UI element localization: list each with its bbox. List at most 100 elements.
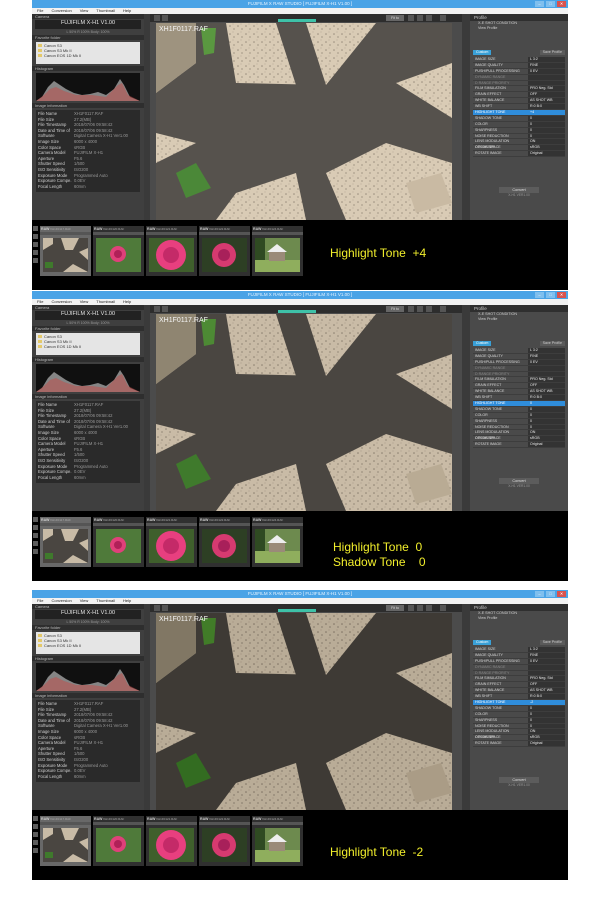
save-profile-button[interactable]: Save Profile	[539, 341, 565, 346]
maximize-button[interactable]: □	[546, 1, 555, 7]
filter-icon[interactable]	[33, 832, 38, 837]
param-value[interactable]: PRO Neg. Std	[528, 676, 565, 682]
image-viewer[interactable]: Fit to XH1F0117.RAF	[150, 305, 462, 511]
thumbnail[interactable]: RAW XH1F0122.RAF	[199, 816, 250, 866]
thumbnail[interactable]: RAW XH1F0117.RAF	[40, 517, 91, 567]
param-value[interactable]	[528, 664, 565, 670]
minimize-button[interactable]: –	[535, 1, 544, 7]
profile-option-view[interactable]: View Profile	[470, 317, 568, 322]
thumbnail[interactable]: RAW XH1F0122.RAF	[199, 517, 250, 567]
rating-icon[interactable]	[33, 848, 38, 853]
param-value[interactable]: 0	[528, 115, 565, 121]
param-value[interactable]: 0 EV	[528, 68, 565, 74]
param-value[interactable]: 0 EV	[528, 359, 565, 365]
param-value[interactable]: R:0 B:0	[528, 395, 565, 401]
grid-icon[interactable]	[33, 517, 38, 522]
maximize-button[interactable]: □	[546, 591, 555, 597]
param-value[interactable]: AS SHOT WB	[528, 688, 565, 694]
zoom-in-icon[interactable]	[408, 306, 414, 312]
zoom-in-icon[interactable]	[408, 605, 414, 611]
thumbnail[interactable]: RAW XH1F0122.RAF	[199, 226, 250, 276]
param-value[interactable]: L 3:2	[528, 647, 565, 652]
sort-icon[interactable]	[33, 250, 38, 255]
param-value[interactable]	[528, 80, 565, 86]
thumbnail[interactable]: RAW XH1F0124.RAF	[252, 816, 303, 866]
single-view-icon[interactable]	[162, 306, 168, 312]
param-value[interactable]: OFF	[528, 682, 565, 688]
zoom-out-icon[interactable]	[417, 605, 423, 611]
zoom-in-icon[interactable]	[408, 15, 414, 21]
profile-option-view[interactable]: View Profile	[470, 616, 568, 621]
thumbnail[interactable]: RAW XH1F0124.RAF	[252, 226, 303, 276]
param-value[interactable]: 0	[528, 717, 565, 723]
param-value[interactable]: AS SHOT WB	[528, 389, 565, 395]
param-value[interactable]: 0	[528, 412, 565, 418]
list-icon[interactable]	[33, 525, 38, 530]
close-button[interactable]: ✕	[557, 591, 566, 597]
rating-icon[interactable]	[33, 549, 38, 554]
image-viewer[interactable]: Fit to XH1F0117.RAF	[150, 14, 462, 220]
thumbnail[interactable]: RAW XH1F0120.RAF	[93, 226, 144, 276]
param-value[interactable]: 0	[528, 127, 565, 133]
thumbnail[interactable]: RAW XH1F0124.RAF	[252, 517, 303, 567]
image-viewer[interactable]: Fit to XH1F0117.RAF	[150, 604, 462, 810]
single-view-icon[interactable]	[162, 605, 168, 611]
param-value[interactable]: +4	[528, 110, 565, 115]
param-value[interactable]: R:0 B:0	[528, 694, 565, 700]
param-value[interactable]: 0 EV	[528, 658, 565, 664]
param-value[interactable]	[528, 371, 565, 377]
list-icon[interactable]	[33, 824, 38, 829]
save-profile-button[interactable]: Save Profile	[539, 50, 565, 55]
thumbnail[interactable]: RAW XH1F0120.RAF	[93, 816, 144, 866]
thumbnail[interactable]: RAW XH1F0121.RAF	[146, 226, 197, 276]
param-value[interactable]: -2	[528, 700, 565, 705]
zoom-out-icon[interactable]	[417, 15, 423, 21]
rotate-icon[interactable]	[440, 306, 446, 312]
param-value[interactable]: PRO Neg. Std	[528, 377, 565, 383]
param-value[interactable]: 0	[528, 418, 565, 424]
param-value[interactable]: AS SHOT WB	[528, 98, 565, 104]
param-value[interactable]: ON	[528, 430, 565, 436]
save-profile-button[interactable]: Save Profile	[539, 640, 565, 645]
tab-custom[interactable]: Custom	[473, 50, 492, 55]
close-button[interactable]: ✕	[557, 1, 566, 7]
param-value[interactable]: L 3:2	[528, 57, 565, 62]
param-row-rotate-image[interactable]: ROTATE IMAGE Original	[473, 442, 565, 449]
grid-icon[interactable]	[33, 816, 38, 821]
thumbnail[interactable]: RAW XH1F0117.RAF	[40, 226, 91, 276]
grid-view-icon[interactable]	[154, 15, 160, 21]
grid-icon[interactable]	[33, 226, 38, 231]
param-value[interactable]: 0	[528, 723, 565, 729]
param-value[interactable]: OFF	[528, 383, 565, 389]
thumbnail[interactable]: RAW XH1F0120.RAF	[93, 517, 144, 567]
favorite-item[interactable]: Canon EOS 1D Mk II	[38, 53, 138, 58]
param-value[interactable]: OFF	[528, 92, 565, 98]
close-button[interactable]: ✕	[557, 292, 566, 298]
single-view-icon[interactable]	[162, 15, 168, 21]
sort-icon[interactable]	[33, 541, 38, 546]
param-value[interactable]: Original	[528, 442, 565, 448]
param-value[interactable]: sRGB	[528, 436, 565, 442]
param-value[interactable]: 0	[528, 406, 565, 412]
minimize-button[interactable]: –	[535, 292, 544, 298]
param-value[interactable]: Original	[528, 151, 565, 157]
compare-icon[interactable]	[426, 15, 432, 21]
param-value[interactable]: FINE	[528, 652, 565, 658]
param-value[interactable]: sRGB	[528, 145, 565, 151]
minimize-button[interactable]: –	[535, 591, 544, 597]
zoom-select[interactable]: Fit to	[386, 15, 404, 21]
favorite-item[interactable]: Canon EOS 1D Mk II	[38, 643, 138, 648]
param-value[interactable]: 0	[528, 401, 565, 406]
zoom-select[interactable]: Fit to	[386, 306, 404, 312]
param-row-rotate-image[interactable]: ROTATE IMAGE Original	[473, 151, 565, 158]
rotate-icon[interactable]	[440, 605, 446, 611]
thumbnail[interactable]: RAW XH1F0121.RAF	[146, 517, 197, 567]
tab-custom[interactable]: Custom	[473, 341, 492, 346]
zoom-out-icon[interactable]	[417, 306, 423, 312]
param-value[interactable]: Original	[528, 741, 565, 747]
list-icon[interactable]	[33, 234, 38, 239]
param-value[interactable]: R:0 B:0	[528, 104, 565, 110]
param-value[interactable]: 0	[528, 133, 565, 139]
tab-custom[interactable]: Custom	[473, 640, 492, 645]
sort-icon[interactable]	[33, 840, 38, 845]
